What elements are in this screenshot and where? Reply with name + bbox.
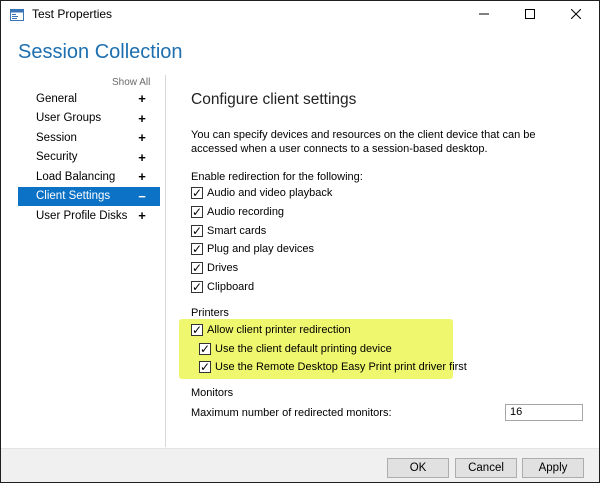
expand-icon: + [138, 110, 146, 126]
sidebar-item-label: User Groups [36, 112, 102, 125]
checkbox-checked-icon: ✓ [191, 280, 203, 294]
audio-recording-checkbox[interactable]: ✓ Audio recording [191, 205, 284, 219]
checkbox-label: Drives [207, 262, 239, 274]
maximize-button[interactable] [507, 1, 553, 27]
checkbox-label: Use the Remote Desktop Easy Print print … [215, 361, 467, 373]
dialog-footer: OK Cancel Apply [1, 448, 599, 482]
checkbox-label: Audio and video playback [207, 187, 333, 199]
page-title: Session Collection [18, 41, 183, 63]
window-title: Test Properties [32, 7, 113, 21]
sidebar-item-general[interactable]: General + [18, 89, 160, 109]
sidebar-item-label: User Profile Disks [36, 209, 128, 222]
checkbox-label: Clipboard [207, 281, 255, 293]
plug-and-play-checkbox[interactable]: ✓ Plug and play devices [191, 242, 314, 256]
audio-video-playback-checkbox[interactable]: ✓ Audio and video playback [191, 186, 332, 200]
smart-cards-checkbox[interactable]: ✓ Smart cards [191, 224, 266, 238]
sidebar-item-label: Session [36, 131, 77, 144]
properties-app-icon [10, 8, 24, 21]
close-icon [571, 9, 581, 19]
checkbox-checked-icon: ✓ [191, 186, 203, 200]
drives-checkbox[interactable]: ✓ Drives [191, 261, 238, 275]
enable-redirection-label: Enable redirection for the following: [191, 171, 363, 183]
checkbox-checked-icon: ✓ [191, 261, 203, 275]
monitors-label: Monitors [191, 387, 234, 399]
expand-icon: + [138, 130, 146, 146]
expand-icon: + [138, 91, 146, 107]
show-all-link[interactable]: Show All [112, 77, 150, 88]
checkbox-label: Audio recording [207, 206, 285, 218]
sidebar-item-load-balancing[interactable]: Load Balancing + [18, 167, 160, 187]
checkbox-label: Plug and play devices [207, 243, 315, 255]
checkbox-checked-icon: ✓ [199, 342, 211, 356]
sidebar-item-client-settings[interactable]: Client Settings − [18, 186, 160, 206]
sidebar-item-session[interactable]: Session + [18, 128, 160, 148]
collapse-icon: − [138, 188, 146, 204]
expand-icon: + [138, 208, 146, 224]
sidebar-divider [165, 75, 166, 447]
title-bar: Test Properties [1, 1, 599, 27]
ok-button[interactable]: OK [387, 458, 449, 478]
sidebar-item-label: Security [36, 151, 78, 164]
printers-label: Printers [191, 307, 229, 319]
section-description: You can specify devices and resources on… [191, 129, 536, 155]
sidebar-item-label: Client Settings [36, 190, 111, 203]
section-title: Configure client settings [191, 91, 357, 108]
max-monitors-label: Maximum number of redirected monitors: [191, 407, 392, 419]
checkbox-checked-icon: ✓ [191, 242, 203, 256]
sidebar-nav: General + User Groups + Session + Securi… [18, 89, 160, 226]
properties-window: Test Properties Session Collection Show … [0, 0, 600, 483]
sidebar-item-label: Load Balancing [36, 170, 116, 183]
checkbox-label: Allow client printer redirection [207, 324, 351, 336]
clipboard-checkbox[interactable]: ✓ Clipboard [191, 280, 254, 294]
sidebar-item-label: General [36, 92, 77, 105]
max-monitors-input[interactable]: 16 [505, 404, 583, 421]
minimize-button[interactable] [461, 1, 507, 27]
use-default-printing-device-checkbox[interactable]: ✓ Use the client default printing device [199, 342, 392, 356]
checkbox-label: Smart cards [207, 225, 267, 237]
maximize-icon [525, 9, 535, 19]
sidebar-item-user-profile-disks[interactable]: User Profile Disks + [18, 206, 160, 226]
checkbox-checked-icon: ✓ [191, 224, 203, 238]
checkbox-checked-icon: ✓ [199, 360, 211, 374]
expand-icon: + [138, 169, 146, 185]
expand-icon: + [138, 149, 146, 165]
close-button[interactable] [553, 1, 599, 27]
easy-print-driver-checkbox[interactable]: ✓ Use the Remote Desktop Easy Print prin… [199, 360, 467, 374]
sidebar-item-security[interactable]: Security + [18, 148, 160, 168]
apply-button[interactable]: Apply [522, 458, 584, 478]
checkbox-checked-icon: ✓ [191, 205, 203, 219]
sidebar-item-user-groups[interactable]: User Groups + [18, 109, 160, 129]
allow-printer-redirection-checkbox[interactable]: ✓ Allow client printer redirection [191, 323, 351, 337]
minimize-icon [479, 13, 489, 15]
checkbox-label: Use the client default printing device [215, 343, 392, 355]
cancel-button[interactable]: Cancel [455, 458, 517, 478]
checkbox-checked-icon: ✓ [191, 323, 203, 337]
